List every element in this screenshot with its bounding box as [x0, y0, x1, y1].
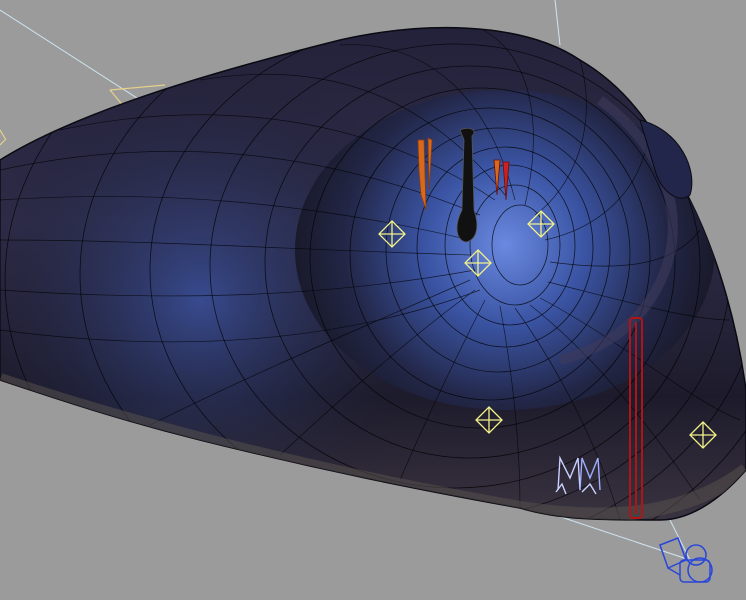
scene-canvas[interactable]	[0, 0, 746, 600]
3d-viewport[interactable]	[0, 0, 746, 600]
camera-icon[interactable]	[659, 537, 713, 583]
